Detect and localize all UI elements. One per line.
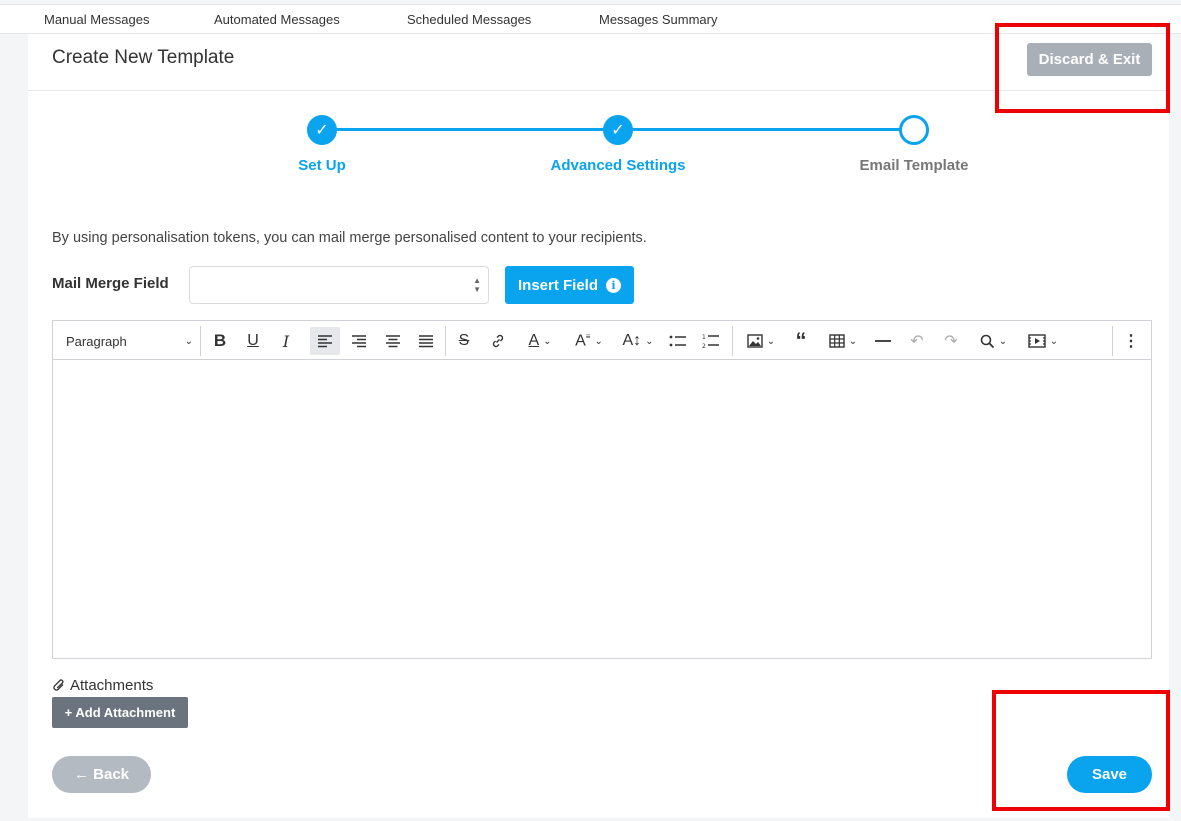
info-icon: i [606,277,622,293]
template-card: Create New Template Discard & Exit ✓ ✓ S… [28,34,1169,818]
step-setup-check-icon[interactable]: ✓ [307,115,337,145]
font-size-dropdown[interactable]: A↕ ⌄ [616,327,660,355]
block-format-dropdown[interactable]: Paragraph ⌄ [53,327,199,355]
toolbar-divider [445,326,446,356]
mail-merge-label: Mail Merge Field [52,275,169,292]
insert-field-label: Insert Field [517,276,599,294]
paperclip-icon [53,679,64,691]
horizontal-line-icon[interactable] [869,327,897,355]
font-color-dropdown[interactable]: A ⌄ [520,327,560,355]
toolbar-divider [1112,326,1113,356]
attachments-label: Attachments [52,677,153,694]
link-icon[interactable] [484,327,512,355]
step-connector [322,128,618,131]
redo-icon[interactable]: ↷ [937,327,965,355]
font-size-icon: A↕ [622,332,642,349]
tab-manual-messages[interactable]: Manual Messages [44,12,150,27]
bulleted-list-icon[interactable] [664,327,692,355]
tab-messages-summary[interactable]: Messages Summary [599,12,717,27]
rich-text-editor: Paragraph ⌄ B U I S A ⌄ A≡ ⌄ A↕ ⌄ 1 2 ⌄ … [52,320,1152,659]
select-arrows-icon: ▲ ▼ [473,276,481,294]
step-label-email-template: Email Template [859,157,969,174]
chevron-down-icon: ⌄ [998,335,1008,347]
toolbar-divider [200,326,201,356]
blockquote-icon[interactable]: “ [787,327,815,355]
underline-icon[interactable]: U [239,327,267,355]
strikethrough-icon[interactable]: S [451,327,477,355]
chevron-down-icon: ⌄ [184,335,193,347]
insert-field-button[interactable]: Insert Field i [505,266,634,304]
svg-text:1: 1 [702,334,706,341]
bold-icon[interactable]: B [206,327,234,355]
back-button[interactable]: ← Back [52,756,151,793]
chevron-down-icon: ⌄ [594,335,603,347]
chevron-down-icon: ⌄ [1049,335,1059,347]
find-replace-dropdown[interactable]: ⌄ [971,327,1015,355]
more-options-icon[interactable]: ⋮ [1119,327,1143,355]
intro-text: By using personalisation tokens, you can… [52,230,647,246]
tab-scheduled-messages[interactable]: Scheduled Messages [407,12,531,27]
font-color-icon: A [528,332,540,349]
chevron-down-icon: ⌄ [848,335,858,347]
table-icon [829,334,845,348]
align-right-icon[interactable] [344,327,374,355]
step-email-template-circle [899,115,929,145]
font-family-dropdown[interactable]: A≡ ⌄ [569,327,609,355]
save-button[interactable]: Save [1067,756,1152,793]
align-center-icon[interactable] [378,327,408,355]
font-family-icon: A≡ [575,331,591,350]
insert-table-dropdown[interactable]: ⌄ [821,327,865,355]
step-label-setup[interactable]: Set Up [222,157,422,174]
insert-media-dropdown[interactable]: ⌄ [1021,327,1065,355]
step-label-advanced-settings[interactable]: Advanced Settings [518,157,718,174]
attachments-text: Attachments [70,677,154,694]
step-advanced-check-icon[interactable]: ✓ [603,115,633,145]
numbered-list-icon[interactable]: 12 [697,327,725,355]
step-connector [618,128,914,131]
mail-merge-select[interactable]: ▲ ▼ [189,266,489,304]
media-icon [1028,334,1046,348]
block-format-label: Paragraph [66,333,127,349]
align-left-icon[interactable] [310,327,340,355]
find-replace-icon [980,334,994,349]
insert-image-dropdown[interactable]: ⌄ [739,327,783,355]
tab-automated-messages[interactable]: Automated Messages [214,12,340,27]
image-icon [747,334,763,348]
italic-icon[interactable]: I [272,327,300,355]
align-justify-icon[interactable] [411,327,441,355]
undo-icon[interactable]: ↶ [903,327,931,355]
add-attachment-button[interactable]: + Add Attachment [52,697,188,728]
svg-text:2: 2 [702,343,706,349]
editor-content-area[interactable] [53,360,1151,658]
progress-stepper: ✓ ✓ Set Up Advanced Settings Email Templ… [28,34,1169,194]
top-navigation: Manual Messages Automated Messages Sched… [0,4,1181,34]
editor-toolbar: Paragraph ⌄ B U I S A ⌄ A≡ ⌄ A↕ ⌄ 1 2 ⌄ … [53,321,1151,360]
chevron-down-icon: ⌄ [543,335,552,347]
chevron-down-icon: ⌄ [645,335,654,347]
chevron-down-icon: ⌄ [766,335,776,347]
toolbar-divider [732,326,733,356]
